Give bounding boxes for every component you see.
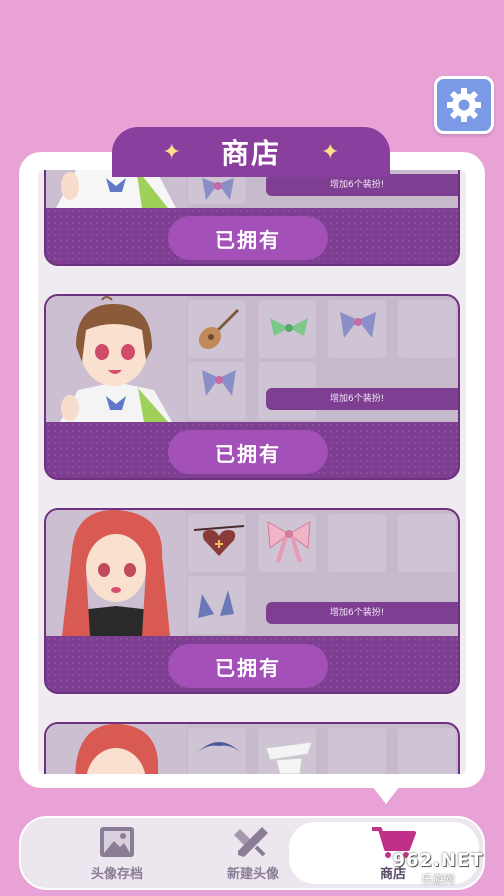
ribbon-icon bbox=[270, 318, 308, 336]
card-preview: 增加6个装扮! bbox=[46, 296, 458, 422]
nav-item-avatar-archive[interactable]: 头像存档 bbox=[57, 818, 177, 888]
shop-title-tab: ✦ 商店 ✦ bbox=[112, 127, 390, 177]
bonus-banner: 增加6个装扮! bbox=[266, 602, 458, 624]
item-tile bbox=[398, 300, 456, 358]
shop-card: 增加6个装扮! 已拥有 bbox=[44, 294, 460, 480]
shop-card: 增加6个装扮! 已拥有 bbox=[44, 508, 460, 694]
bow-icon bbox=[267, 521, 311, 563]
watermark-main: 962.NET bbox=[392, 850, 484, 871]
bow-icon bbox=[202, 178, 234, 200]
item-tile bbox=[398, 728, 456, 774]
item-tile bbox=[328, 514, 386, 572]
bonus-banner: 增加6个装扮! bbox=[266, 388, 458, 410]
gear-icon bbox=[447, 88, 481, 122]
image-icon bbox=[100, 826, 134, 857]
hat-brim-icon bbox=[196, 742, 242, 754]
shop-list[interactable]: 增加6个装扮! 已拥有 增加6个装扮! 已拥有 增加6个装扮! 已拥有 bbox=[38, 170, 466, 774]
character-portrait bbox=[46, 724, 186, 774]
nav-item-new-avatar[interactable]: 新建头像 bbox=[193, 818, 313, 888]
owned-button[interactable]: 已拥有 bbox=[168, 430, 328, 474]
bonus-banner: 增加6个装扮! bbox=[266, 174, 458, 196]
card-preview: 增加6个装扮! bbox=[46, 510, 458, 636]
bow-icon bbox=[340, 312, 376, 338]
watermark-sub: 乐游网 bbox=[421, 873, 455, 886]
bow-icon bbox=[202, 370, 236, 396]
item-tile bbox=[398, 514, 456, 572]
card-preview bbox=[46, 724, 458, 774]
site-watermark: 962.NET 乐游网 bbox=[376, 850, 500, 892]
shop-panel: 增加6个装扮! 已拥有 增加6个装扮! 已拥有 增加6个装扮! 已拥有 bbox=[19, 152, 485, 788]
sparkle-icon: ✦ bbox=[321, 139, 340, 165]
character-portrait bbox=[46, 296, 186, 422]
sparkle-icon: ✦ bbox=[162, 139, 181, 165]
nav-label: 头像存档 bbox=[90, 866, 143, 882]
shop-card bbox=[44, 722, 460, 774]
settings-button[interactable] bbox=[434, 76, 494, 134]
owned-button[interactable]: 已拥有 bbox=[168, 216, 328, 260]
nav-label: 新建头像 bbox=[226, 866, 279, 882]
boot-icon bbox=[198, 590, 234, 618]
guitar-icon bbox=[198, 308, 240, 350]
edit-icon bbox=[234, 826, 268, 857]
item-tile bbox=[328, 728, 386, 774]
owned-button[interactable]: 已拥有 bbox=[168, 644, 328, 688]
panel-pointer bbox=[372, 786, 400, 804]
shop-card: 增加6个装扮! 已拥有 bbox=[44, 170, 460, 266]
collar-icon bbox=[265, 741, 313, 774]
heart-eyepatch-icon bbox=[193, 525, 245, 556]
character-portrait bbox=[46, 510, 186, 636]
page-title: 商店 bbox=[220, 137, 281, 170]
